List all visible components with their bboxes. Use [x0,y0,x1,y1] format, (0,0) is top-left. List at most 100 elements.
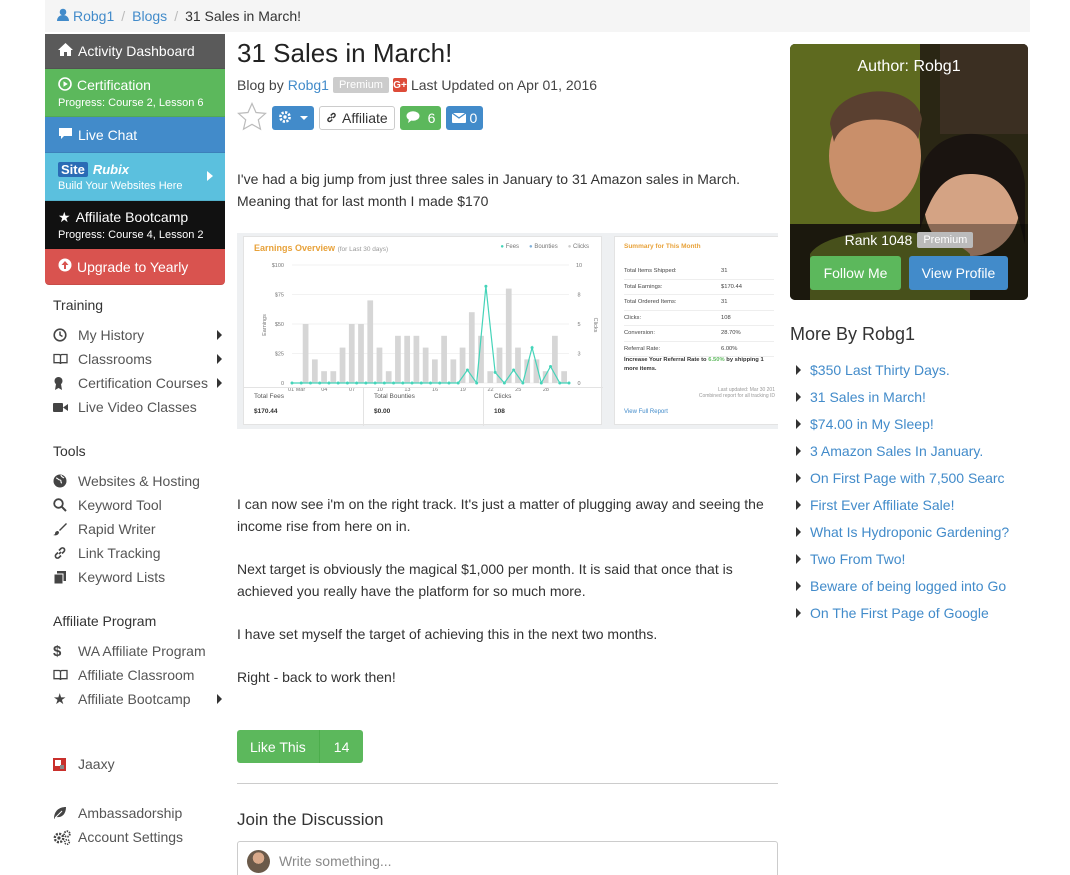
post-toolbar: Affiliate 6 0 [237,102,778,134]
dollar-icon: $ [53,642,62,660]
more-by-item[interactable]: On The First Page of Google [796,599,1031,626]
author-rank: Rank 1048 Premium [790,232,1028,248]
siterubix-logo: Site Rubix [58,161,225,177]
follow-me-button[interactable]: Follow Me [810,256,901,290]
settings-dropdown-button[interactable] [272,106,314,130]
more-by-item[interactable]: 31 Sales in March! [796,383,1031,410]
caret-right-icon [796,553,801,564]
star-rating-icon[interactable] [237,102,267,134]
sidebar-item-my-history[interactable]: My History [53,323,225,347]
live-chat-button[interactable]: Live Chat [45,117,225,153]
star-icon: ★ [58,208,71,225]
sidebar-item-live-video-classes[interactable]: Live Video Classes [53,395,225,419]
premium-badge: Premium [332,77,389,93]
divider [237,783,778,784]
total-fees: Total Fees $170.44 [244,388,364,426]
sidebar-item-rapid-writer[interactable]: Rapid Writer [53,517,225,541]
like-button[interactable]: Like This 14 [237,730,364,763]
sidebar-item-jaaxy[interactable]: Jaaxy [53,752,225,776]
blog-post: 31 Sales in March! Blog by Robg1 Premium… [237,34,778,875]
fees-point [558,381,562,385]
y-tick-left: $75 [275,293,284,299]
breadcrumb-blogs-link[interactable]: Blogs [132,8,167,24]
sidebar-item-keyword-tool[interactable]: Keyword Tool [53,493,225,517]
brush-icon [53,522,78,536]
sidebar-item-classrooms[interactable]: Classrooms [53,347,225,371]
post-paragraph-4: I have set myself the target of achievin… [237,626,658,642]
fees-point [410,381,414,385]
clicks-bar [358,324,364,383]
sidebar-item-affiliate-bootcamp[interactable]: ★ Affiliate Bootcamp [53,687,225,711]
fees-point [336,381,340,385]
y-axis-label-left: Earnings [262,314,268,336]
sidebar-item-wa-affiliate-program[interactable]: $ WA Affiliate Program [53,639,225,663]
fees-point [327,381,331,385]
legend-fees: ● Fees [500,244,520,250]
caret-right-icon [796,364,801,375]
clicks-bar [367,300,374,383]
sidebar-item-account-settings[interactable]: Account Settings [53,825,225,849]
more-by-list: $350 Last Thirty Days. 31 Sales in March!… [796,356,1031,626]
sidebar-item-link-tracking[interactable]: Link Tracking [53,541,225,565]
sidebar-item-keyword-lists[interactable]: Keyword Lists [53,565,225,589]
fees-point [355,381,359,385]
view-full-report-link[interactable]: View Full Report [624,409,668,415]
post-paragraph-5: Right - back to work then! [237,669,396,685]
sidebar-item-certification-courses[interactable]: Certification Courses [53,371,225,395]
affiliate-link-button[interactable]: Affiliate [319,106,395,130]
more-by-item[interactable]: Two From Two! [796,545,1031,572]
more-by-item[interactable]: Beware of being logged into Go [796,572,1031,599]
fees-point [382,381,386,385]
author-link[interactable]: Robg1 [288,77,329,93]
more-by-item[interactable]: First Ever Affiliate Sale! [796,491,1031,518]
post-paragraph-2: I can now see i'm on the right track. It… [237,496,764,534]
comments-count-button[interactable]: 6 [399,106,442,130]
clicks-bar [422,347,429,383]
clicks-bar [311,359,318,383]
link-icon [53,546,78,560]
post-title: 31 Sales in March! [237,38,453,68]
clicks-bar [441,335,447,383]
clicks-bar [321,371,327,383]
google-plus-icon[interactable]: G+ [392,78,407,92]
activity-dashboard-button[interactable]: Activity Dashboard [45,34,225,69]
summary-panel: Summary for This Month Total Items Shipp… [614,236,778,425]
summary-row: Total Items Shipped: 31 [624,264,774,280]
more-by-item[interactable]: On First Page with 7,500 Searc [796,464,1031,491]
sidebar: Activity Dashboard Certification Progres… [45,34,225,285]
fees-point [364,381,368,385]
y-tick-right: 5 [577,322,580,328]
sidebar-item-affiliate-classroom[interactable]: Affiliate Classroom [53,663,225,687]
fees-point [493,370,497,374]
more-by-heading: More By Robg1 [790,324,916,344]
page: Robg1 / Blogs / 31 Sales in March! Activ… [0,0,1070,875]
clicks-bar [330,371,337,383]
certification-progress: Progress: Course 2, Lesson 6 [58,96,204,109]
view-profile-button[interactable]: View Profile [909,256,1008,290]
siterubix-tagline: Build Your Websites Here [58,179,183,192]
sidebar-item-websites-hosting[interactable]: Websites & Hosting [53,469,225,493]
caret-right-icon [796,472,801,483]
breadcrumb-user-link[interactable]: Robg1 [73,8,114,24]
messages-count-button[interactable]: 0 [446,106,484,130]
post-meta: Blog by Robg1 Premium G+ Last Updated on… [237,77,598,93]
more-by-item[interactable]: $74.00 in My Sleep! [796,410,1031,437]
affiliate-program-heading: Affiliate Program [53,613,157,629]
clicks-bar [385,371,392,383]
earnings-chart: $100 10$75 8$50 5$25 30 0Earnings Clicks01 Mar… [262,263,598,393]
star-icon: ★ [53,691,67,708]
more-by-item[interactable]: What Is Hydroponic Gardening? [796,518,1031,545]
breadcrumb: Robg1 / Blogs / 31 Sales in March! [45,0,1030,32]
comment-input[interactable]: Write something... [237,841,778,875]
siterubix-button[interactable]: Site Rubix Build Your Websites Here [45,153,225,201]
more-by-item[interactable]: $350 Last Thirty Days. [796,356,1031,383]
breadcrumb-current: 31 Sales in March! [185,8,302,24]
premium-badge: Premium [917,232,974,248]
affiliate-bootcamp-button[interactable]: ★ Affiliate Bootcamp Progress: Course 4, … [45,201,225,249]
summary-row: Referral Rate: 6.00% [624,342,774,357]
search-icon [53,498,78,512]
certification-button[interactable]: Certification Progress: Course 2, Lesson… [45,69,225,117]
upgrade-button[interactable]: Upgrade to Yearly [45,249,225,285]
more-by-item[interactable]: 3 Amazon Sales In January. [796,437,1031,464]
sidebar-item-ambassadorship[interactable]: Ambassadorship [53,801,225,825]
